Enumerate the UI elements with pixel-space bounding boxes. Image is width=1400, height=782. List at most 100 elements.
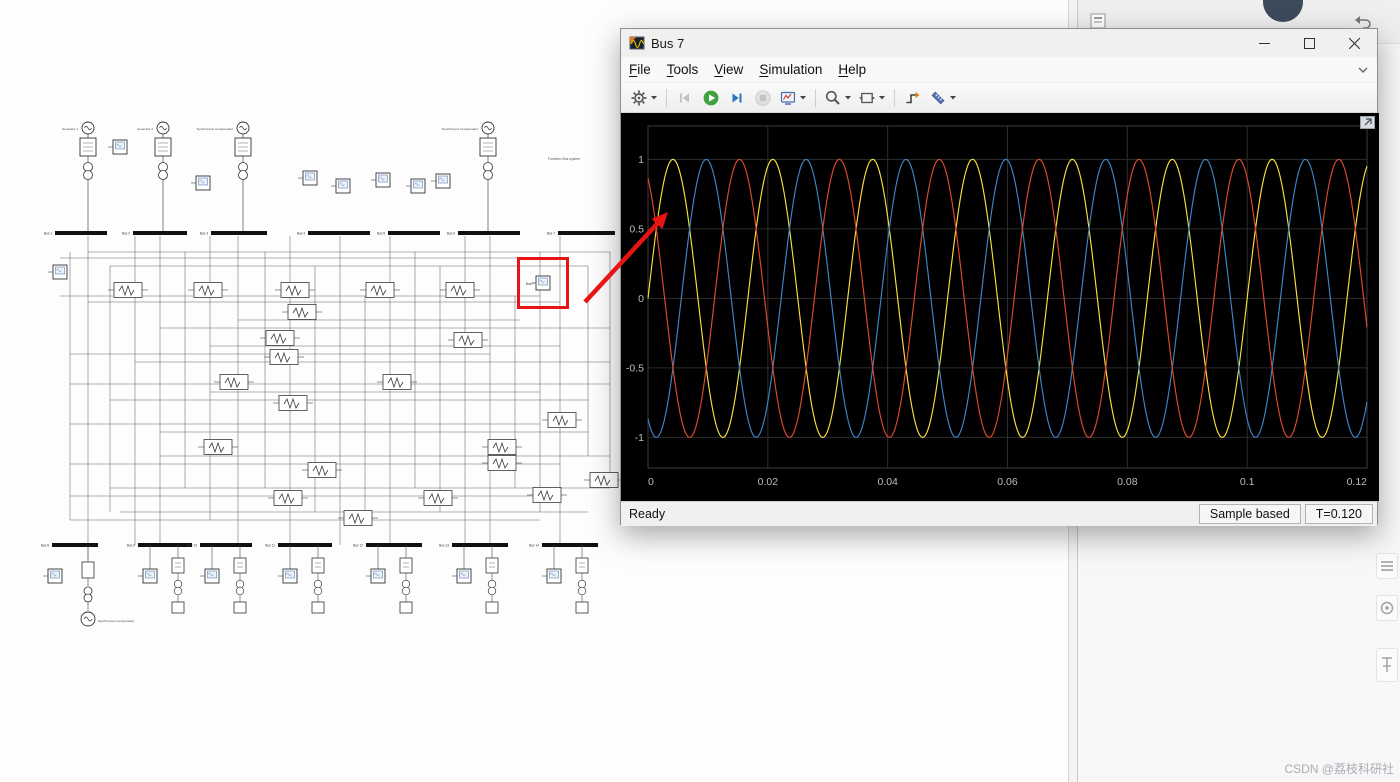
bus-bar[interactable]: Bus 4 <box>297 232 370 236</box>
line-block[interactable] <box>188 283 228 298</box>
bus-bar[interactable]: Bus 13 <box>439 544 508 548</box>
bus-bar[interactable]: Bus 12 <box>353 544 422 548</box>
bus-bar[interactable]: Bus 11 <box>265 544 332 548</box>
bus-bar[interactable]: Bus 3 <box>200 232 267 236</box>
toolbar <box>621 83 1377 113</box>
scope-block[interactable] <box>366 569 385 583</box>
line-block[interactable] <box>377 375 417 390</box>
bus-bar[interactable]: Bus 5 <box>377 232 440 236</box>
bus-bar[interactable]: Bus 8 <box>41 544 98 548</box>
bus-bar[interactable]: Bus 10 <box>187 544 252 548</box>
chevron-down-icon <box>949 95 957 101</box>
scope-block[interactable] <box>452 569 471 583</box>
measure-icon <box>929 89 947 107</box>
bus-bar[interactable]: Bus 7 <box>547 232 615 236</box>
scope-block[interactable] <box>200 569 219 583</box>
bus-measurement-group[interactable] <box>200 545 246 613</box>
line-block[interactable] <box>214 375 254 390</box>
run-button[interactable] <box>699 86 723 110</box>
chevron-down-icon <box>650 95 658 101</box>
scope-settings-button[interactable] <box>777 86 809 110</box>
waveform-plot[interactable]: 10.50-0.5-100.020.040.060.080.10.12 <box>621 113 1379 501</box>
close-button[interactable] <box>1332 29 1377 57</box>
bus-measurement-group[interactable] <box>452 545 498 613</box>
settings-button[interactable] <box>628 86 660 110</box>
bus-measurement-group[interactable] <box>278 545 324 613</box>
scope-block[interactable] <box>406 179 425 193</box>
statusbar: Ready Sample based T=0.120 <box>621 501 1377 526</box>
svg-text:Bus 9: Bus 9 <box>127 544 135 548</box>
line-block[interactable] <box>282 305 322 320</box>
step-forward-icon <box>728 89 746 107</box>
menu-view[interactable]: View <box>706 59 751 80</box>
generator-unit[interactable]: Generator 1 <box>62 122 96 233</box>
line-block[interactable] <box>260 331 300 346</box>
line-block[interactable] <box>264 350 304 365</box>
scope-block[interactable] <box>371 173 390 187</box>
line-block[interactable] <box>418 491 458 506</box>
line-block[interactable] <box>268 491 308 506</box>
menu-file[interactable]: File <box>621 59 659 80</box>
line-block[interactable] <box>338 511 378 526</box>
menu-simulation[interactable]: Simulation <box>751 59 830 80</box>
svg-text:Bus 1: Bus 1 <box>44 232 52 236</box>
line-block[interactable] <box>584 473 624 488</box>
scope-block[interactable] <box>43 569 62 583</box>
line-block[interactable] <box>448 333 488 348</box>
menu-help[interactable]: Help <box>830 59 874 80</box>
bus-bar[interactable]: Bus 14 <box>529 544 598 548</box>
misc-tool-icon[interactable] <box>1376 648 1398 682</box>
zoom-button[interactable] <box>822 86 854 110</box>
toolbar-separator <box>894 89 895 107</box>
scope-block[interactable] <box>138 569 157 583</box>
trigger-button[interactable] <box>901 86 925 110</box>
bus-measurement-group[interactable] <box>138 545 184 613</box>
synchronous-compensator-unit[interactable]: Synchronous Compensator <box>43 545 134 626</box>
line-block[interactable] <box>108 283 148 298</box>
line-block[interactable] <box>275 283 315 298</box>
step-back-icon <box>676 89 694 107</box>
line-block[interactable] <box>273 396 313 411</box>
model-title: Fourteen Bus system <box>548 157 580 161</box>
maximize-button[interactable] <box>1287 29 1332 57</box>
bus-bar[interactable]: Bus 2 <box>122 232 187 236</box>
titlebar[interactable]: Bus 7 <box>621 29 1377 57</box>
badge-icon[interactable] <box>1376 595 1398 621</box>
scope-block[interactable] <box>48 265 67 279</box>
bus-bar[interactable]: Bus 6 <box>447 232 520 236</box>
line-block[interactable] <box>482 440 522 455</box>
scope-plot-area[interactable]: 10.50-0.5-100.020.040.060.080.10.12 <box>621 113 1379 501</box>
line-block[interactable] <box>440 283 480 298</box>
svg-text:Bus 2: Bus 2 <box>122 232 130 236</box>
scope-block[interactable] <box>331 179 350 193</box>
line-block[interactable] <box>482 456 522 471</box>
step-forward-button[interactable] <box>725 86 749 110</box>
line-block[interactable] <box>527 488 567 503</box>
toolbar-collapse-icon[interactable] <box>1357 66 1369 74</box>
undock-icon[interactable] <box>1360 116 1375 129</box>
x-tick-label: 0.12 <box>1347 476 1368 488</box>
bus-measurement-group[interactable] <box>366 545 412 613</box>
scope-block[interactable] <box>431 174 450 188</box>
bus-bar[interactable]: Bus 9 <box>127 544 192 548</box>
measurements-button[interactable] <box>927 86 959 110</box>
scope-block[interactable] <box>278 569 297 583</box>
bus-measurement-group[interactable] <box>542 545 588 613</box>
scope-block[interactable] <box>108 140 127 154</box>
minimize-button[interactable] <box>1242 29 1287 57</box>
menu-tools[interactable]: Tools <box>659 59 707 80</box>
line-block[interactable] <box>198 440 238 455</box>
line-block[interactable] <box>542 413 582 428</box>
fit-to-view-button[interactable] <box>856 86 888 110</box>
line-block[interactable] <box>360 283 400 298</box>
generator-unit[interactable]: Generator 2 <box>137 122 171 233</box>
bus-bar[interactable]: Bus 1 <box>44 232 107 236</box>
scope-block[interactable] <box>542 569 561 583</box>
y-tick-label: 0 <box>638 293 644 305</box>
run-icon <box>702 89 720 107</box>
toc-icon[interactable] <box>1376 553 1398 579</box>
scope-block[interactable] <box>191 176 210 190</box>
chevron-down-icon <box>799 95 807 101</box>
line-block[interactable] <box>302 463 342 478</box>
scope-block[interactable] <box>298 171 317 185</box>
